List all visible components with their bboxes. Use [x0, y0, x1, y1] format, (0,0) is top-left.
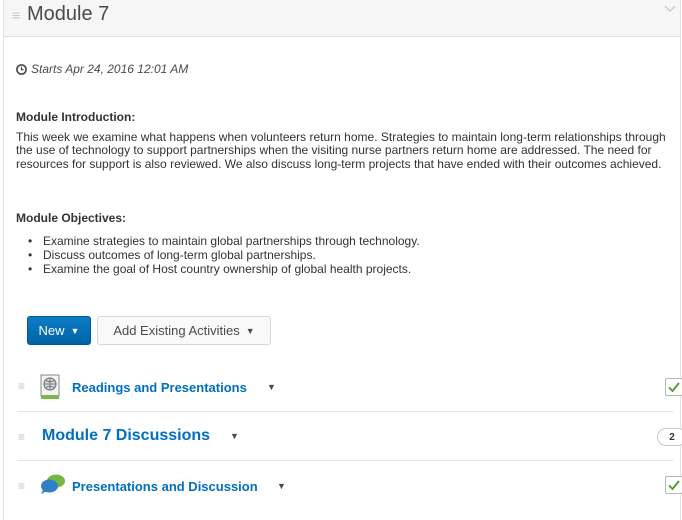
caret-down-icon[interactable]: ▼ [267, 382, 276, 392]
objective-item: • Examine strategies to maintain global p… [16, 234, 420, 248]
objective-item: • Discuss outcomes of long-term global pa… [16, 248, 420, 262]
activity-link[interactable]: Presentations and Discussion [72, 479, 258, 494]
objectives-heading: Module Objectives: [16, 211, 127, 225]
module-panel: ≡ Module 7 Starts Apr 24, 2016 12:01 AM … [3, 0, 682, 520]
module-title: Module 7 [27, 3, 110, 25]
globe-document-icon [40, 374, 62, 405]
module-header[interactable]: ≡ Module 7 [4, 0, 680, 37]
objective-text: Discuss outcomes of long-term global par… [43, 248, 316, 262]
bullet-icon: • [28, 234, 33, 248]
caret-down-icon[interactable]: ▼ [277, 481, 286, 491]
caret-down-icon: ▼ [245, 325, 255, 336]
start-date-text: Starts Apr 24, 2016 12:01 AM [31, 62, 189, 76]
objective-text: Examine the goal of Host country ownersh… [43, 262, 412, 276]
caret-down-icon[interactable]: ▼ [230, 431, 239, 441]
drag-handle-icon[interactable]: ≡ [18, 379, 25, 393]
start-date: Starts Apr 24, 2016 12:01 AM [16, 62, 188, 76]
add-existing-activities-label: Add Existing Activities [113, 323, 240, 338]
checkmark-icon [668, 480, 680, 491]
new-button[interactable]: New ▼ [27, 316, 91, 345]
new-button-label: New [38, 323, 65, 338]
drag-handle-icon[interactable]: ≡ [12, 7, 20, 23]
count-badge: 2 [657, 428, 682, 446]
intro-text: This week we examine what happens when v… [16, 130, 666, 171]
objectives-list: • Examine strategies to maintain global p… [16, 234, 420, 276]
activity-row-readings[interactable]: ≡ Readings and Presentations ▼ [10, 364, 682, 410]
bullet-icon: • [28, 262, 33, 276]
bullet-icon: • [28, 248, 33, 262]
objective-text: Examine strategies to maintain global pa… [43, 234, 420, 248]
activity-row-discussions[interactable]: ≡ Module 7 Discussions ▼ 2 [10, 412, 682, 458]
completed-check [665, 476, 682, 494]
add-existing-activities-button[interactable]: Add Existing Activities ▼ [97, 316, 271, 345]
chevron-down-icon[interactable] [664, 0, 676, 18]
objective-item: • Examine the goal of Host country owners… [16, 262, 420, 276]
drag-handle-icon[interactable]: ≡ [18, 430, 25, 444]
sub-module-link[interactable]: Module 7 Discussions [42, 427, 210, 445]
clock-icon [16, 63, 27, 75]
drag-handle-icon[interactable]: ≡ [18, 479, 25, 493]
activity-link[interactable]: Readings and Presentations [72, 380, 247, 395]
completed-check [665, 378, 682, 396]
checkmark-icon [668, 382, 680, 393]
chat-bubbles-icon [40, 473, 66, 500]
activity-row-presentations[interactable]: ≡ Presentations and Discussion ▼ [10, 461, 682, 507]
caret-down-icon: ▼ [70, 325, 80, 336]
intro-heading: Module Introduction: [16, 110, 136, 124]
